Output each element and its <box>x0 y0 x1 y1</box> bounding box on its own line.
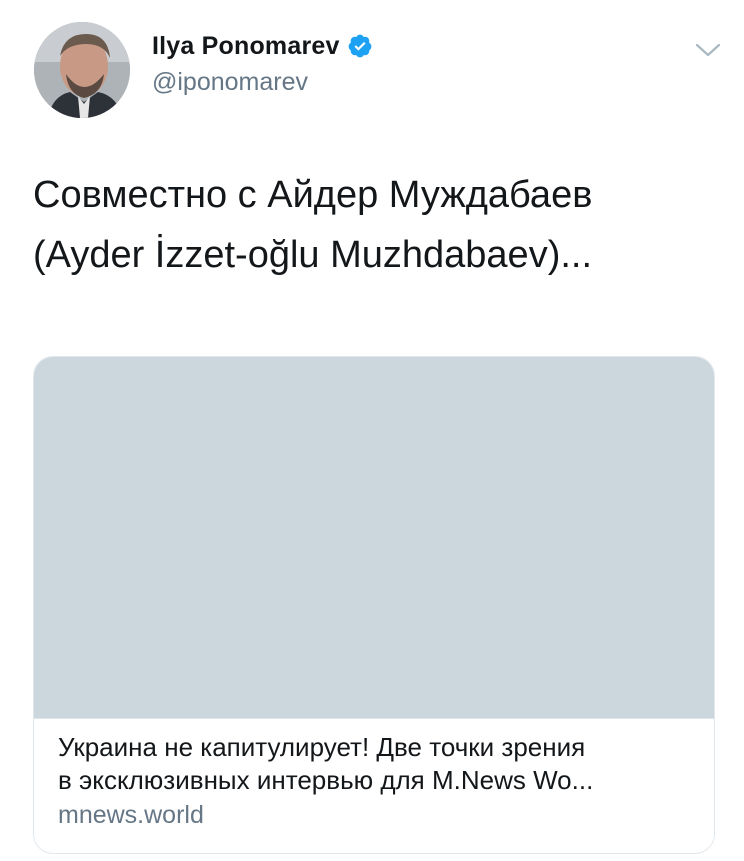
author-avatar[interactable] <box>34 22 130 118</box>
card-title[interactable]: Украина не капитулирует! Две точки зрени… <box>58 731 696 797</box>
card-title-line: в эксклюзивных интервью для M.News Wo... <box>58 765 594 795</box>
tweet-text: Совместно с Айдер Муждабаев (Ayder İzzet… <box>33 165 723 285</box>
card-image-placeholder[interactable] <box>34 357 714 719</box>
verified-badge-icon <box>348 34 371 58</box>
author-display-name[interactable]: Ilya Ponomarev <box>152 32 340 61</box>
link-preview-card[interactable]: Украина не капитулирует! Две точки зрени… <box>33 356 715 854</box>
author-handle[interactable]: @iponomarev <box>152 68 308 97</box>
card-body[interactable]: Украина не капитулирует! Две точки зрени… <box>58 731 696 831</box>
avatar-photo-icon <box>34 22 130 118</box>
tweet-text-line[interactable]: (Ayder İzzet-oğlu Muzhdabaev)... <box>33 225 723 285</box>
tweet[interactable]: Ilya Ponomarev @iponomarev Совместно с А… <box>0 0 744 861</box>
tweet-text-line: Совместно с Айдер Муждабаев <box>33 174 593 216</box>
chevron-down-icon[interactable] <box>691 36 725 62</box>
card-title-line: Украина не капитулирует! Две точки зрени… <box>58 732 586 762</box>
card-domain: mnews.world <box>58 801 204 829</box>
author-name-row[interactable]: Ilya Ponomarev <box>152 30 373 62</box>
